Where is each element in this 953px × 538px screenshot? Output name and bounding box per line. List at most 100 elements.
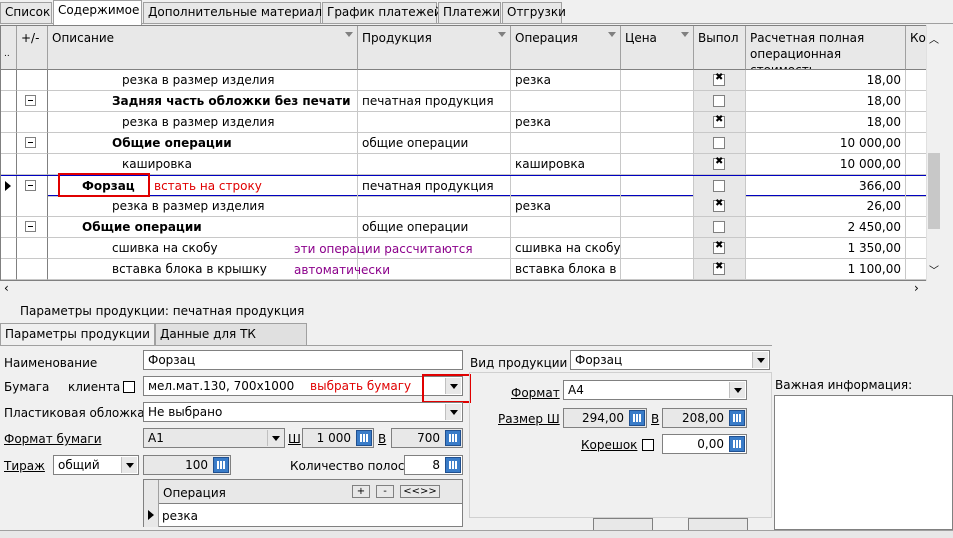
collapse-icon[interactable] xyxy=(25,95,36,106)
scroll-left-icon[interactable]: ‹ xyxy=(4,281,9,295)
header-cost[interactable]: Расчетная полная операционная стоимость xyxy=(746,26,906,70)
table-row[interactable]: Форзац печатная продукция 366,00 встать на … xyxy=(1,173,940,197)
table-row[interactable]: вставка блока в крышку вставка блока в кр… xyxy=(1,259,940,280)
add-operation-button[interactable]: + xyxy=(352,485,370,498)
plastic-select[interactable]: Не выбрано xyxy=(143,402,463,422)
table-row[interactable]: резка в размер изделия резка 18,00 xyxy=(1,70,940,91)
calculator-icon[interactable] xyxy=(213,457,229,473)
done-checkbox[interactable] xyxy=(713,95,725,107)
spine-checkbox[interactable] xyxy=(642,439,654,451)
done-checkbox[interactable] xyxy=(713,261,725,275)
header-description[interactable]: Описание xyxy=(48,26,358,70)
done-checkbox[interactable] xyxy=(713,72,725,86)
row-cost-text: 366,00 xyxy=(859,179,901,193)
table-row[interactable]: резка в размер изделия резка 18,00 xyxy=(1,112,940,133)
table-row[interactable]: кашировка кашировка 10 000,00 xyxy=(1,154,940,175)
table-row[interactable]: Задняя часть обложки без печати печатная … xyxy=(1,91,940,112)
tab-product-params[interactable]: Параметры продукции xyxy=(0,323,155,345)
chevron-down-icon[interactable] xyxy=(445,404,461,420)
row-product-text: печатная продукция xyxy=(362,179,494,193)
important-textarea[interactable] xyxy=(774,395,953,530)
stripes-label: Количество полос xyxy=(290,459,405,473)
row-product xyxy=(358,112,511,133)
done-checkbox[interactable] xyxy=(713,198,725,212)
row-price xyxy=(621,259,694,280)
chevron-down-icon[interactable] xyxy=(729,382,745,398)
header-qty-label: Ко xyxy=(910,31,926,45)
header-operation[interactable]: Операция xyxy=(511,26,621,70)
row-description: резка в размер изделия xyxy=(48,112,358,133)
kind-select[interactable]: Форзац xyxy=(570,350,770,370)
collapse-icon[interactable] xyxy=(25,137,36,148)
collapse-icon[interactable] xyxy=(25,180,36,191)
client-label: клиента xyxy=(68,380,121,394)
done-checkbox[interactable] xyxy=(713,156,725,170)
paper-format-select[interactable]: A1 xyxy=(143,428,285,448)
width-field[interactable]: 1 000 xyxy=(302,428,374,448)
done-checkbox[interactable] xyxy=(713,221,725,233)
table-row[interactable]: Общие операции общие операции 2 450,00 xyxy=(1,217,940,238)
height-field[interactable]: 700 xyxy=(391,428,463,448)
done-checkbox[interactable] xyxy=(713,240,725,254)
chevron-down-icon[interactable] xyxy=(752,352,768,368)
name-field[interactable]: Форзац xyxy=(143,350,463,370)
header-plusminus[interactable]: +/- xyxy=(17,26,48,70)
row-indicator xyxy=(1,91,17,112)
tab-tk-data[interactable]: Данные для ТК xyxy=(155,323,307,345)
row-tree xyxy=(17,154,48,175)
calculator-icon[interactable] xyxy=(445,457,461,473)
header-done[interactable]: Выпол xyxy=(694,26,746,70)
kind-value: Форзац xyxy=(575,353,623,367)
grid-vertical-scrollbar[interactable]: ︿ ﹀ xyxy=(926,25,941,281)
calculator-icon[interactable] xyxy=(729,436,745,452)
highlight-row-forzac xyxy=(58,173,150,197)
height-value: 700 xyxy=(417,431,440,445)
client-checkbox[interactable] xyxy=(123,381,135,393)
format-select[interactable]: A4 xyxy=(563,380,747,400)
row-price xyxy=(621,112,694,133)
tab-payment-schedule[interactable]: График платежей xyxy=(322,2,442,23)
tirazh-field[interactable]: 100 xyxy=(143,455,231,475)
calculator-icon[interactable] xyxy=(629,410,645,426)
scroll-down-icon[interactable]: ﹀ xyxy=(929,262,939,277)
tab-payments[interactable]: Платежи xyxy=(438,2,501,23)
remove-operation-button[interactable]: - xyxy=(376,485,394,498)
done-checkbox[interactable] xyxy=(713,180,725,192)
stripes-field[interactable]: 8 xyxy=(404,455,463,475)
calculator-icon[interactable] xyxy=(729,410,745,426)
tirazh-label[interactable]: Тираж xyxy=(4,459,45,473)
current-row-icon xyxy=(5,181,11,191)
paper-field[interactable]: мел.мат.130, 700x1000 выбрать бумагу xyxy=(143,376,463,396)
calculator-icon[interactable] xyxy=(356,430,372,446)
chevron-down-icon[interactable] xyxy=(267,430,283,446)
spine-field[interactable]: 0,00 xyxy=(662,434,747,454)
operation-row[interactable]: резка xyxy=(162,509,198,523)
calculator-icon[interactable] xyxy=(445,430,461,446)
size-w-field[interactable]: 294,00 xyxy=(563,408,647,428)
scroll-thumb[interactable] xyxy=(928,153,940,229)
format-label[interactable]: Формат xyxy=(511,386,560,400)
tirazh-mode-select[interactable]: общий xyxy=(53,455,139,475)
header-price[interactable]: Цена xyxy=(621,26,694,70)
status-bar xyxy=(0,530,953,538)
size-h-field[interactable]: 208,00 xyxy=(662,408,747,428)
chevron-down-icon[interactable] xyxy=(121,457,137,473)
done-checkbox[interactable] xyxy=(713,114,725,128)
scroll-up-icon[interactable]: ︿ xyxy=(929,31,939,46)
table-row[interactable]: резка в размер изделия резка 26,00 xyxy=(1,196,940,217)
paper-format-label[interactable]: Формат бумаги xyxy=(4,432,102,446)
collapse-icon[interactable] xyxy=(25,221,36,232)
header-product[interactable]: Продукция xyxy=(358,26,511,70)
tab-additional-materials[interactable]: Дополнительные материалы xyxy=(143,2,332,23)
move-operation-button[interactable]: <<>> xyxy=(400,485,440,498)
tab-shipments[interactable]: Отгрузки xyxy=(502,2,566,23)
table-row[interactable]: Общие операции общие операции 10 000,00 xyxy=(1,133,940,154)
row-operation: сшивка на скобу xyxy=(511,238,621,259)
tab-content[interactable]: Содержимое xyxy=(53,0,142,25)
grid-horizontal-scrollbar[interactable]: ‹ › xyxy=(0,281,941,296)
paper-hint: выбрать бумагу xyxy=(310,379,412,393)
annotation-row-hint: встать на строку xyxy=(154,179,262,193)
done-checkbox[interactable] xyxy=(713,137,725,149)
scroll-right-icon[interactable]: › xyxy=(914,281,919,295)
tab-list[interactable]: Список xyxy=(0,2,52,23)
